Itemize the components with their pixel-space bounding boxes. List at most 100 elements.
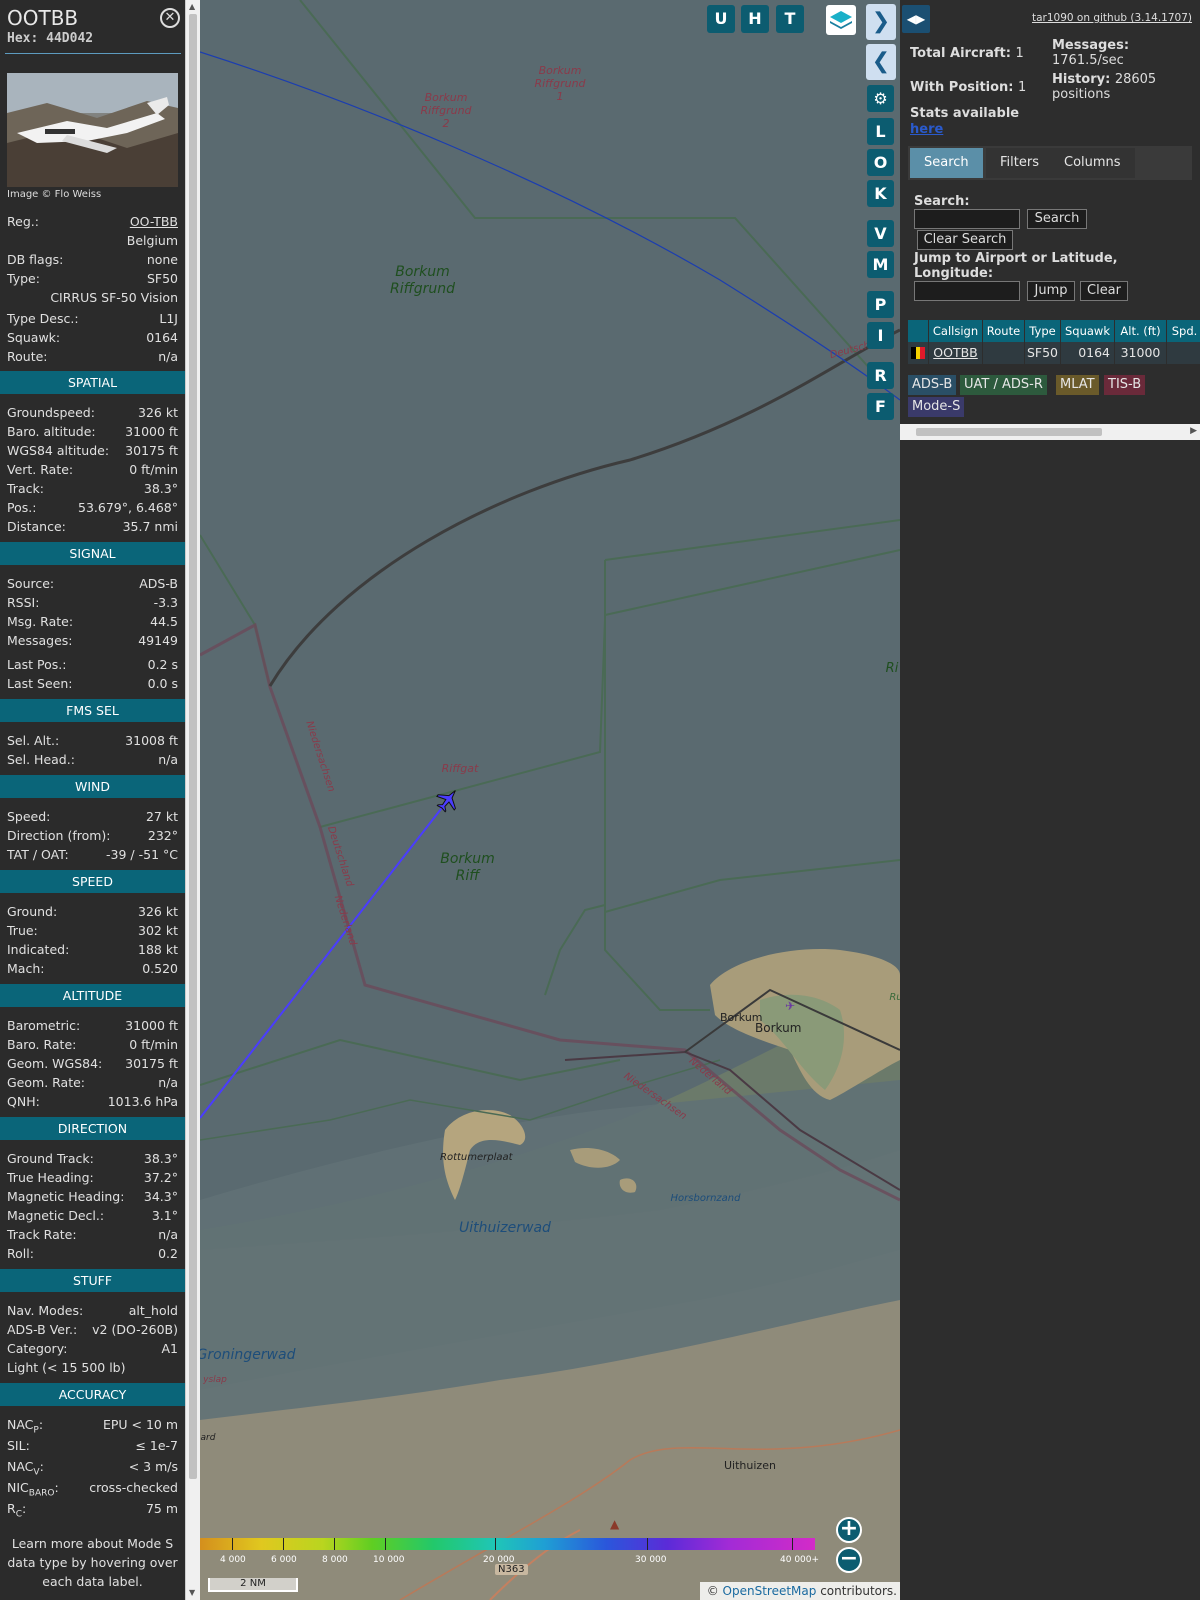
scroll-right-icon[interactable]: ▶	[1190, 426, 1197, 436]
search-button[interactable]: Search	[1027, 209, 1087, 229]
info-row: Source: ADS-B	[7, 574, 178, 593]
info-row: Pos.: 53.679°, 6.468°	[7, 498, 178, 517]
table-row-flag[interactable]	[908, 342, 929, 364]
clear-button[interactable]: Clear	[1080, 281, 1128, 301]
clear-search-button[interactable]: Clear Search	[917, 230, 1013, 250]
info-row-value: 302 kt	[138, 923, 178, 938]
info-row: ADS-B Ver.: v2 (DO-260B)	[7, 1320, 178, 1339]
map-button-f[interactable]: F	[867, 393, 894, 420]
source-badge-mode-s[interactable]: Mode-S	[908, 397, 965, 417]
aircraft-list-panel: ◀▶ tar1090 on github (3.14.1707) Total A…	[900, 0, 1200, 1600]
info-row-value: 75 m	[145, 1501, 178, 1516]
scroll-up-icon[interactable]: ▲	[189, 2, 195, 11]
scroll-down-icon[interactable]: ▼	[189, 1588, 195, 1597]
next-aircraft-button[interactable]: ❯	[866, 4, 896, 40]
info-row-label: Last Seen:	[7, 676, 73, 691]
map-button-u[interactable]: U	[707, 5, 735, 33]
info-row-label: QNH:	[7, 1094, 40, 1109]
info-row-value: 30175 ft	[125, 443, 178, 458]
info-row: DB flags: none	[7, 250, 178, 269]
info-row-label: TAT / OAT:	[7, 847, 69, 862]
info-row-value: 232°	[147, 828, 178, 843]
layers-button[interactable]	[826, 5, 856, 35]
info-scrollbar[interactable]: ▲ ▼	[185, 0, 200, 1600]
info-row-value: 1013.6 hPa	[107, 1094, 178, 1109]
map-button-o[interactable]: O	[867, 149, 894, 176]
info-row-label: Source:	[7, 576, 55, 591]
info-row-value: 0 ft/min	[129, 462, 178, 477]
altitude-tick-mark	[232, 1538, 233, 1550]
github-link[interactable]: tar1090 on github (3.14.1707)	[1032, 12, 1192, 24]
map-button-v[interactable]: V	[867, 220, 894, 247]
table-row-callsign[interactable]: OOTBB	[929, 342, 983, 364]
info-row-value: 31008 ft	[125, 733, 178, 748]
history-label: History:	[1052, 72, 1111, 87]
map-button-t[interactable]: T	[776, 5, 804, 33]
info-row: Direction (from): 232°	[7, 826, 178, 845]
info-row-label: Speed:	[7, 809, 51, 824]
jump-input[interactable]	[914, 281, 1020, 301]
info-row-value: cross-checked	[89, 1480, 178, 1495]
info-row-value[interactable]: OO-TBB	[130, 212, 178, 231]
zoom-in-button[interactable]: +	[836, 1517, 862, 1543]
tab-search[interactable]: Search	[910, 148, 983, 178]
map-button-m[interactable]: M	[867, 251, 894, 278]
info-row-label: True Heading:	[7, 1170, 94, 1185]
jump-button[interactable]: Jump	[1027, 281, 1075, 301]
table-row-spd[interactable]	[1167, 342, 1200, 364]
col-route[interactable]: Route	[983, 320, 1025, 342]
info-row-value: 0.2 s	[147, 657, 178, 672]
source-badge-ads-b[interactable]: ADS-B	[908, 375, 957, 395]
source-badge-tis-b[interactable]: TIS-B	[1104, 375, 1146, 395]
info-row-value: 53.679°, 6.468°	[78, 500, 178, 515]
map-view[interactable]: ✈ ▲ Borkum Riffgrund 1 Borkum Riffgrund …	[200, 0, 900, 1600]
map-button-i[interactable]: I	[867, 322, 894, 349]
col-spd[interactable]: Spd.	[1167, 320, 1200, 342]
table-row-route[interactable]	[983, 342, 1025, 364]
altitude-tick-mark	[495, 1538, 496, 1550]
map-button-h[interactable]: H	[741, 5, 769, 33]
info-row: Belgium	[7, 231, 178, 250]
info-row-label: SIL:	[7, 1438, 30, 1453]
toggle-sidebar-button[interactable]: ◀▶	[902, 5, 930, 33]
table-hscrollbar[interactable]: ▶	[900, 424, 1200, 440]
tab-filters[interactable]: Filters	[986, 148, 1053, 178]
info-row-value: 37.2°	[143, 1170, 178, 1185]
map-label-riffgrund1: Borkum Riffgrund 1	[534, 64, 586, 103]
map-button-k[interactable]: K	[867, 180, 894, 207]
hscrollbar-thumb[interactable]	[916, 428, 1102, 436]
history: History: 28605 positions	[1052, 72, 1192, 102]
section-header-wind: WIND	[0, 775, 185, 798]
info-row-label: ADS-B Ver.:	[7, 1322, 78, 1337]
selected-hex: Hex: 44D042	[7, 31, 94, 46]
col-alt[interactable]: Alt. (ft)	[1115, 320, 1167, 342]
table-row-alt[interactable]: 31000	[1115, 342, 1167, 364]
altitude-tick: 10 000	[373, 1555, 405, 1565]
info-row-value: n/a	[158, 1227, 178, 1242]
source-badge-mlat[interactable]: MLAT	[1056, 375, 1099, 395]
info-row: Last Pos.: 0.2 s	[7, 655, 178, 674]
source-badge-uat-ads-r[interactable]: UAT / ADS-R	[960, 375, 1047, 395]
info-row-value: 188 kt	[138, 942, 178, 957]
col-squawk[interactable]: Squawk	[1061, 320, 1115, 342]
table-row-squawk[interactable]: 0164	[1061, 342, 1115, 364]
aircraft-photo[interactable]	[7, 73, 178, 187]
prev-aircraft-button[interactable]: ❮	[866, 44, 896, 80]
minus-icon: −	[839, 1546, 859, 1571]
scrollbar-thumb[interactable]	[189, 14, 197, 1479]
close-icon[interactable]: ✕	[160, 8, 180, 28]
altitude-tick-mark	[792, 1538, 793, 1550]
altitude-tick: 6 000	[271, 1555, 297, 1565]
osm-link[interactable]: OpenStreetMap	[723, 1584, 817, 1598]
table-row-type[interactable]: SF50	[1025, 342, 1061, 364]
zoom-out-button[interactable]: −	[836, 1547, 862, 1573]
search-input[interactable]	[914, 209, 1020, 229]
map-button-p[interactable]: P	[867, 291, 894, 318]
col-callsign[interactable]: Callsign	[929, 320, 983, 342]
stats-link[interactable]: here	[910, 122, 943, 137]
col-type[interactable]: Type	[1025, 320, 1061, 342]
settings-button[interactable]: ⚙	[867, 85, 894, 112]
map-button-l[interactable]: L	[867, 118, 894, 145]
map-button-r[interactable]: R	[867, 362, 894, 389]
tab-columns[interactable]: Columns	[1050, 148, 1135, 178]
